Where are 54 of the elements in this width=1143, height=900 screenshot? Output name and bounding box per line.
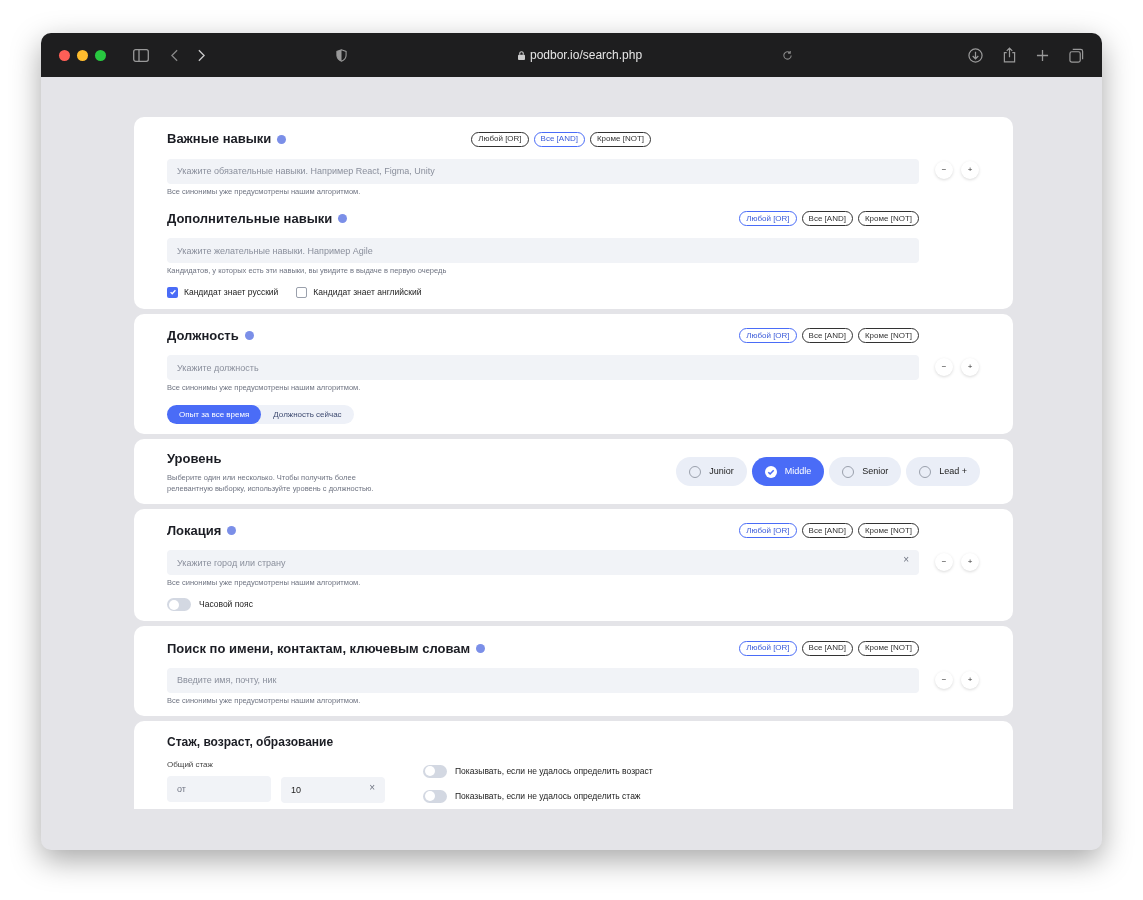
toggle-switch[interactable]: [167, 598, 191, 612]
minus-button[interactable]: −: [935, 358, 953, 376]
toggle-switch[interactable]: [423, 789, 447, 803]
plus-button[interactable]: +: [961, 553, 979, 571]
url-text[interactable]: podbor.io/search.php: [530, 46, 643, 64]
share-icon[interactable]: [1003, 47, 1016, 63]
field-label: Общий стаж: [167, 758, 214, 771]
input-field[interactable]: Введите имя, почту, ник: [167, 667, 919, 693]
minus-button[interactable]: −: [935, 670, 953, 689]
close-window-icon[interactable]: [59, 49, 70, 61]
plus-button[interactable]: +: [961, 670, 979, 689]
section-title: Должность: [167, 327, 239, 345]
level-option[interactable]: Middle: [751, 457, 825, 486]
section-title: Локация: [167, 522, 222, 540]
checkbox-label: Кандидат знает английский: [313, 286, 422, 299]
segment-tab[interactable]: Должность сейчас: [261, 405, 354, 425]
minimize-window-icon[interactable]: [77, 49, 88, 61]
checkbox[interactable]: [167, 286, 178, 298]
reload-icon[interactable]: [782, 49, 794, 61]
toggle-switch[interactable]: [423, 764, 447, 778]
level-option[interactable]: Senior: [829, 457, 902, 486]
forward-icon[interactable]: [198, 48, 205, 62]
plus-icon[interactable]: [1036, 48, 1049, 62]
clear-icon[interactable]: ×: [369, 782, 375, 793]
level-option[interactable]: Lead +: [906, 457, 980, 486]
section-title: Важные навыки: [167, 130, 272, 149]
back-icon[interactable]: [171, 48, 178, 62]
segment-tab[interactable]: Опыт за все время: [167, 405, 262, 425]
minus-button[interactable]: −: [935, 161, 953, 180]
plus-button[interactable]: +: [961, 358, 979, 376]
section-title: Поиск по имени, контактам, ключевым словам: [167, 639, 471, 658]
checkbox[interactable]: [296, 286, 308, 298]
level-option[interactable]: Junior: [676, 457, 747, 486]
input-field[interactable]: от: [167, 775, 271, 802]
maximize-window-icon[interactable]: [95, 49, 106, 61]
sidebar-icon[interactable]: [133, 48, 149, 62]
toggle-label: Показывать, если не удалось определить возраст: [455, 764, 653, 778]
input-field[interactable]: Укажите должность: [167, 355, 919, 381]
tabs-icon[interactable]: [1069, 47, 1084, 63]
input-field[interactable]: Укажите обязательные навыки. Например React, Figma, Unity: [167, 158, 919, 184]
download-icon[interactable]: [968, 47, 983, 63]
shield-icon[interactable]: [336, 48, 347, 62]
toggle-label: Показывать, если не удалось определить стаж: [455, 789, 641, 803]
plus-button[interactable]: +: [961, 161, 979, 180]
checkbox-label: Кандидат знает русский: [184, 286, 279, 299]
section-title: Стаж, возраст, образование: [167, 733, 335, 751]
clear-icon[interactable]: ×: [903, 554, 909, 565]
section-title: Дополнительные навыки: [167, 209, 333, 228]
section-title: Уровень: [167, 450, 223, 469]
input-field[interactable]: Укажите желательные навыки. Например Agile: [167, 238, 919, 263]
toggle-label: Часовой пояс: [199, 598, 253, 612]
minus-button[interactable]: −: [935, 553, 953, 571]
lock-icon: [518, 50, 525, 60]
check-circle-icon: [764, 465, 777, 478]
